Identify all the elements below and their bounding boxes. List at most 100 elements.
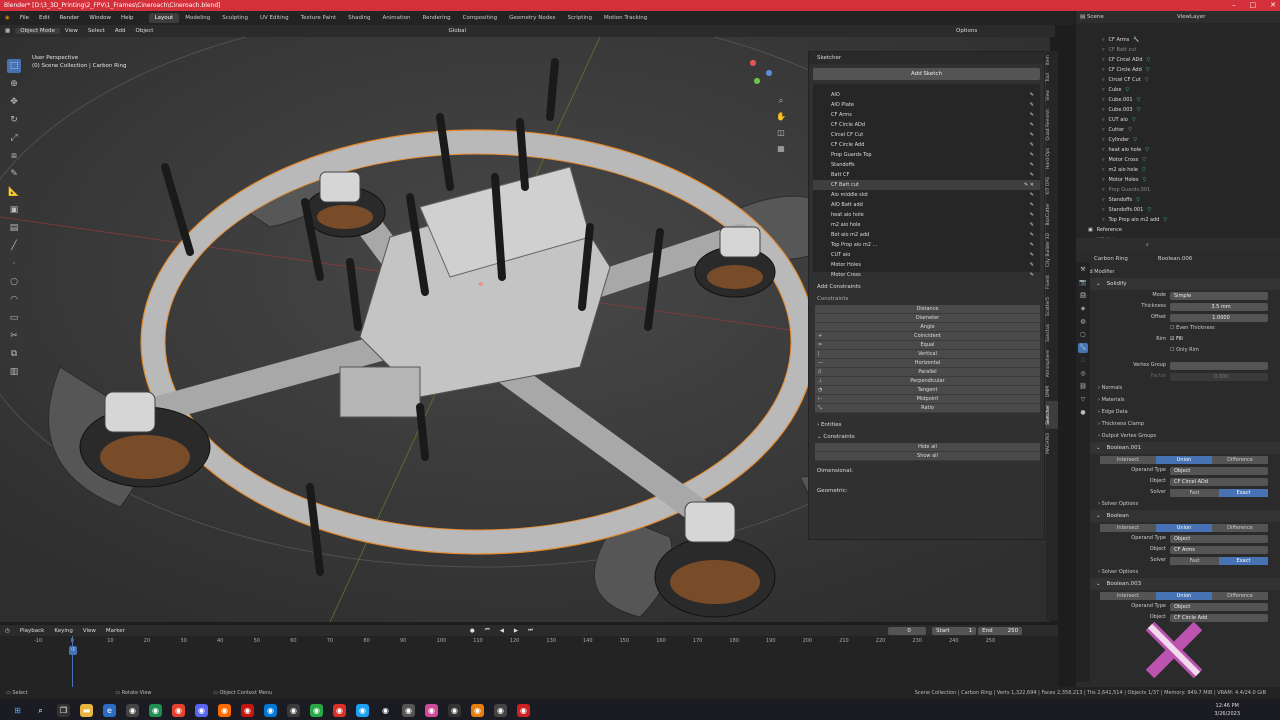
list-item[interactable]: AIO Plate ✎ bbox=[813, 100, 1040, 110]
menu-view[interactable]: View bbox=[60, 28, 83, 34]
axis-gizmo-icon[interactable]: ● bbox=[748, 58, 758, 68]
tab-machin3[interactable]: MACHIN3 bbox=[1046, 429, 1058, 458]
offset-icon[interactable]: ⧉ bbox=[7, 347, 21, 361]
app-icon[interactable]: ◉ bbox=[126, 703, 139, 717]
add-sketch-button[interactable]: Add Sketch bbox=[813, 68, 1040, 80]
properties-search[interactable]: ⌕ bbox=[1076, 238, 1280, 252]
constraint-parallel-button[interactable]: //Parallel bbox=[815, 368, 1040, 377]
list-item[interactable]: Aio middle slot ✎ bbox=[813, 190, 1040, 200]
add-constraints-header[interactable]: Add Constraints bbox=[809, 281, 1044, 293]
app-icon[interactable]: ◉ bbox=[425, 703, 438, 717]
modifier-boolean-header[interactable]: ⌄ Boolean bbox=[1076, 510, 1280, 522]
maximize-icon[interactable]: □ bbox=[1250, 0, 1257, 11]
entities-header[interactable]: › Entities bbox=[809, 419, 1044, 431]
only-rim-checkbox[interactable]: ☐ Only Rim bbox=[1170, 345, 1199, 356]
tab-boxcutter[interactable]: BoxCutter bbox=[1046, 199, 1058, 230]
object-props-icon[interactable]: ▢ bbox=[1078, 330, 1088, 340]
solver-options-subpanel[interactable]: › Solver Options bbox=[1076, 566, 1280, 578]
union-button[interactable]: Union bbox=[1156, 591, 1212, 600]
clock[interactable]: 12:46 PM 3/26/2023 bbox=[1214, 702, 1240, 718]
list-item[interactable]: Top Prop aio m2 ... ✎ bbox=[813, 240, 1040, 250]
tab-uv-editing[interactable]: UV Editing bbox=[254, 13, 295, 23]
search-icon[interactable]: ⌕ bbox=[34, 704, 47, 717]
move-icon[interactable]: ✥ bbox=[7, 95, 21, 109]
list-item[interactable]: ▿ CF Circle Add ▽ bbox=[1076, 65, 1280, 75]
jump-end-icon[interactable]: ⏭ bbox=[523, 627, 538, 634]
line-icon[interactable]: ╱ bbox=[7, 239, 21, 253]
mode-select[interactable]: Simple bbox=[1170, 291, 1268, 300]
list-item[interactable]: AIO Batt add ✎ bbox=[813, 200, 1040, 210]
operand-type-select[interactable]: Object bbox=[1170, 602, 1268, 611]
tab-texture-paint[interactable]: Texture Paint bbox=[295, 13, 343, 23]
fast-button[interactable]: Fast bbox=[1170, 556, 1219, 565]
object-field[interactable]: CF Circle Add bbox=[1170, 613, 1268, 622]
list-item[interactable]: ▿ Motor Holes ▽ bbox=[1076, 175, 1280, 185]
tab-city-builder[interactable]: City Builder 3D bbox=[1046, 229, 1058, 271]
app-icon[interactable]: ◉ bbox=[494, 703, 507, 717]
fast-button[interactable]: Fast bbox=[1170, 488, 1219, 497]
constraints-header[interactable]: ⌄ Constraints bbox=[809, 431, 1044, 443]
menu-view[interactable]: View bbox=[78, 628, 101, 634]
hide-all-button[interactable]: Hide all bbox=[815, 443, 1040, 452]
list-item[interactable]: ▿ Cutter ▽ bbox=[1076, 125, 1280, 135]
tool-props-icon[interactable]: ⚒ bbox=[1078, 265, 1088, 275]
orientation-select[interactable]: Global bbox=[443, 28, 471, 34]
list-item[interactable]: CF Circle Add ✎ bbox=[813, 140, 1040, 150]
scene-icon[interactable]: ▤ bbox=[1080, 14, 1085, 20]
object-field[interactable]: CF Arms bbox=[1170, 545, 1268, 554]
solver-options-subpanel[interactable]: › Solver Options bbox=[1076, 498, 1280, 510]
material-props-icon[interactable]: ● bbox=[1078, 408, 1088, 418]
list-item[interactable]: ▿ Top Prop aio m2 add ▽ bbox=[1076, 215, 1280, 225]
app-icon[interactable]: ◉ bbox=[241, 703, 254, 717]
intersect-button[interactable]: Intersect bbox=[1100, 523, 1156, 532]
measure-icon[interactable]: 📐 bbox=[7, 185, 21, 199]
timeline-editor-icon[interactable]: ◷ bbox=[0, 628, 15, 634]
list-item[interactable]: CUT aio ✎ bbox=[813, 250, 1040, 260]
list-item[interactable]: ▿ Cylinder ▽ bbox=[1076, 135, 1280, 145]
operand-type-select[interactable]: Object bbox=[1170, 534, 1268, 543]
constraint-midpoint-button[interactable]: ⊢ Midpoint bbox=[815, 395, 1040, 404]
thickness-clamp-subpanel[interactable]: › Thickness Clamp bbox=[1076, 418, 1280, 430]
collection-reference[interactable]: ▣ Reference bbox=[1076, 225, 1280, 235]
offset-field[interactable]: 1.0000 bbox=[1170, 313, 1268, 322]
record-icon[interactable]: ● bbox=[465, 628, 480, 634]
select-box-icon[interactable]: ⬚ bbox=[7, 59, 21, 73]
blender-logo-icon[interactable]: ◉ bbox=[0, 15, 15, 21]
menu-marker[interactable]: Marker bbox=[101, 628, 130, 634]
list-item[interactable]: CF Arms ✎ bbox=[813, 110, 1040, 120]
app-icon[interactable]: ◉ bbox=[149, 703, 162, 717]
data-props-icon[interactable]: ▽ bbox=[1078, 395, 1088, 405]
annotate-icon[interactable]: ✎ bbox=[7, 167, 21, 181]
list-item[interactable]: Batt CF ✎ bbox=[813, 170, 1040, 180]
menu-edit[interactable]: Edit bbox=[34, 15, 55, 21]
constraint-horizontal-button[interactable]: — Horizontal bbox=[815, 359, 1040, 368]
pan-hand-icon[interactable]: ✋ bbox=[776, 112, 786, 122]
tab-modeling[interactable]: Modeling bbox=[179, 13, 216, 23]
render-props-icon[interactable]: 📷 bbox=[1078, 278, 1088, 288]
constraint-vertical-button[interactable]: | Vertical bbox=[815, 350, 1040, 359]
intersect-button[interactable]: Intersect bbox=[1100, 591, 1156, 600]
close-icon[interactable]: ✕ bbox=[1270, 0, 1276, 11]
physics-props-icon[interactable]: ◎ bbox=[1078, 369, 1088, 379]
tab-atmosphere[interactable]: Atmosphere bbox=[1046, 346, 1058, 381]
tab-motion-tracking[interactable]: Motion Tracking bbox=[598, 13, 653, 23]
app-icon[interactable]: ◉ bbox=[517, 703, 530, 717]
difference-button[interactable]: Difference bbox=[1212, 455, 1268, 464]
list-item-selected[interactable]: CF Batt cut ✎ ✕ bbox=[813, 180, 1040, 190]
tab-rendering[interactable]: Rendering bbox=[417, 13, 457, 23]
vertex-group-field[interactable] bbox=[1170, 361, 1268, 370]
current-frame-field[interactable]: 0 bbox=[888, 626, 927, 635]
menu-playback[interactable]: Playback bbox=[15, 628, 50, 634]
tab-compositing[interactable]: Compositing bbox=[457, 13, 503, 23]
union-button[interactable]: Union bbox=[1156, 455, 1212, 464]
menu-add[interactable]: Add bbox=[110, 28, 131, 34]
edge-icon[interactable]: e bbox=[103, 703, 116, 717]
ortho-grid-icon[interactable]: ▦ bbox=[776, 144, 786, 154]
chrome-icon[interactable]: ◉ bbox=[172, 703, 185, 717]
union-button[interactable]: Union bbox=[1156, 523, 1212, 532]
tab-tool[interactable]: Tool bbox=[1046, 69, 1058, 86]
list-item[interactable]: ▿ CF Batt cut bbox=[1076, 45, 1280, 55]
play-reverse-icon[interactable]: ◀ bbox=[495, 628, 509, 634]
constraint-perpendicular-button[interactable]: ⊥ Perpendicular bbox=[815, 377, 1040, 386]
grid-icon[interactable]: ▥ bbox=[7, 365, 21, 379]
